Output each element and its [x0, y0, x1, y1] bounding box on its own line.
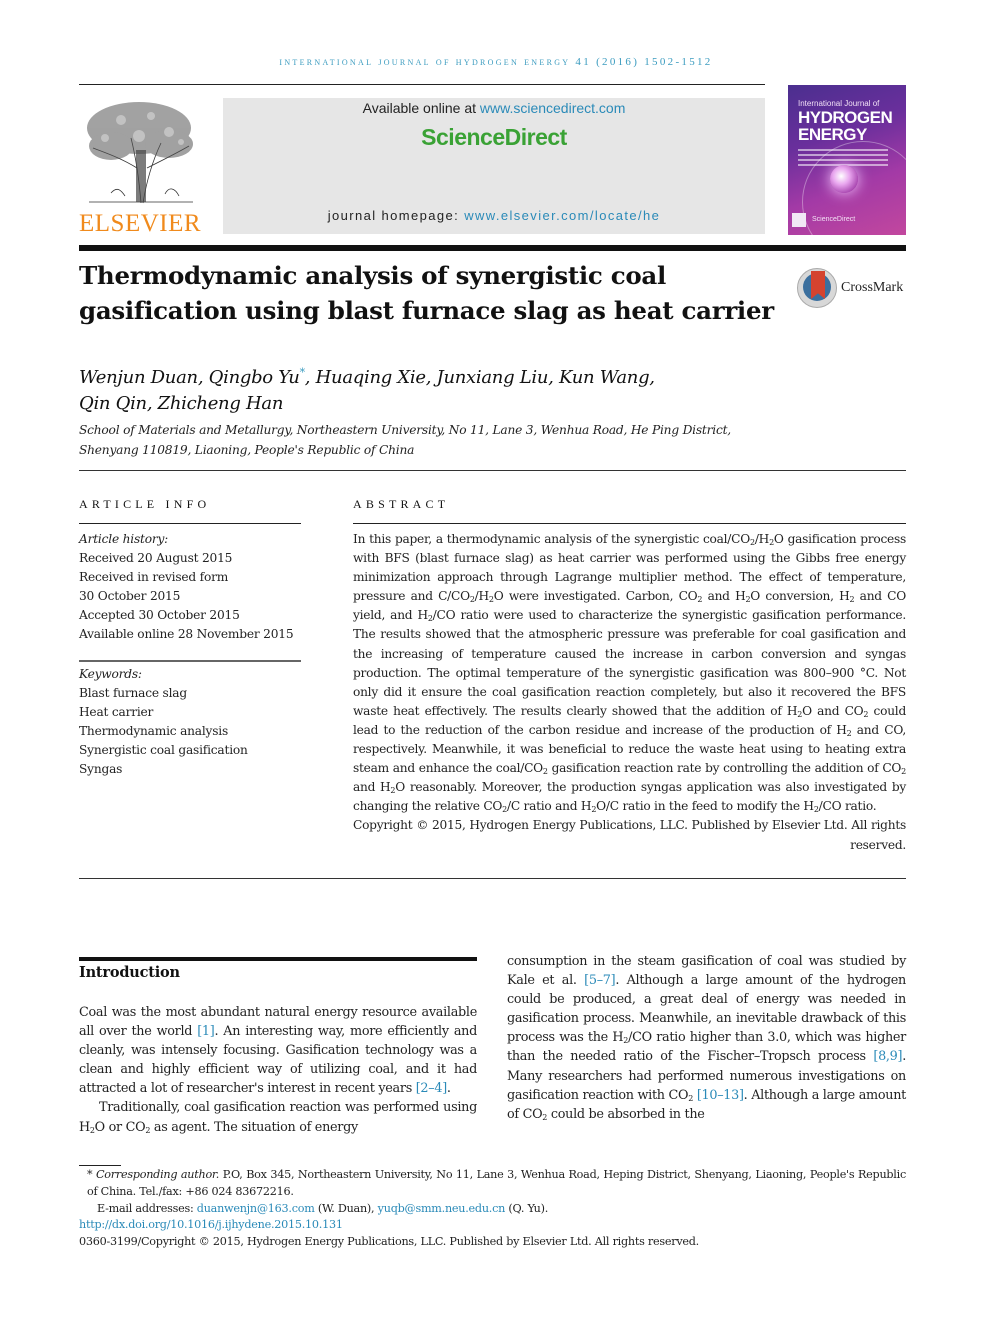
keyword-item: Blast furnace slag [79, 686, 187, 700]
header-rule [79, 84, 765, 85]
article-history-heading: Article history: [79, 532, 169, 546]
cover-footer-label: ScienceDirect [812, 216, 856, 223]
doi-link[interactable]: http://dx.doi.org/10.1016/j.ijhydene.201… [79, 1218, 343, 1231]
citation-link[interactable]: [2–4] [416, 1081, 447, 1096]
affiliation-line-2: Shenyang 110819, Liaoning, People's Repu… [79, 443, 415, 457]
abstract-copyright: Copyright © 2015, Hydrogen Energy Public… [353, 818, 906, 852]
article-info-rule [79, 523, 301, 524]
front-matter-end-rule [79, 878, 906, 879]
introduction-rule [79, 957, 477, 961]
email-link-yu[interactable]: yuqb@smm.neu.edu.cn [378, 1202, 506, 1215]
sciencedirect-logo[interactable]: ScienceDirect [223, 124, 765, 151]
available-online-line: Available online at www.sciencedirect.co… [223, 100, 765, 116]
crossmark-icon [797, 268, 837, 308]
history-item: Received in revised form [79, 570, 229, 584]
keywords-rule [79, 660, 301, 662]
sciencedirect-link[interactable]: www.sciencedirect.com [480, 100, 626, 116]
journal-cover-image[interactable]: International Journal of HYDROGEN ENERGY… [788, 85, 906, 235]
keyword-item: Syngas [79, 762, 123, 776]
running-head: International Journal of Hydrogen Energy… [279, 56, 713, 68]
article-title: Thermodynamic analysis of synergistic co… [79, 261, 774, 325]
cover-title-line1: International Journal of [798, 99, 880, 108]
author-line-2: Qin Qin, Zhicheng Han [79, 393, 284, 414]
cover-title-line3: ENERGY [798, 125, 867, 144]
citation-link[interactable]: [8,9] [873, 1049, 902, 1064]
abstract-rule [353, 523, 906, 524]
affiliation-line-1: School of Materials and Metallurgy, Nort… [79, 423, 731, 437]
journal-homepage-label: journal homepage: [327, 208, 465, 223]
elsevier-wordmark: ELSEVIER [79, 210, 202, 237]
article-history: Article history: Received 20 August 2015… [79, 530, 309, 644]
abstract-text: In this paper, a thermodynamic analysis … [353, 532, 907, 815]
doi-line: http://dx.doi.org/10.1016/j.ijhydene.201… [79, 1217, 906, 1234]
affiliation: School of Materials and Metallurgy, Nort… [79, 420, 779, 460]
intro-paragraph-1: Coal was the most abundant natural energ… [79, 1005, 477, 1097]
keyword-item: Thermodynamic analysis [79, 724, 229, 738]
history-item: Accepted 30 October 2015 [79, 608, 240, 622]
footnotes: * Corresponding author. P.O, Box 345, No… [79, 1167, 906, 1251]
crossmark-label: CrossMark [841, 280, 904, 295]
keywords-heading: Keywords: [79, 667, 142, 681]
issn-copyright: 0360-3199/Copyright © 2015, Hydrogen Ene… [79, 1235, 699, 1249]
keyword-item: Synergistic coal gasification [79, 743, 248, 757]
history-item: Available online 28 November 2015 [79, 627, 294, 641]
journal-homepage-link[interactable]: www.elsevier.com/locate/he [464, 208, 660, 223]
corresponding-author-note: * Corresponding author. P.O, Box 345, No… [87, 1168, 906, 1198]
crossmark-button[interactable]: CrossMark [797, 268, 909, 308]
keywords-list: Keywords: Blast furnace slag Heat carrie… [79, 665, 309, 779]
available-online-label: Available online at [362, 100, 480, 116]
citation-link[interactable]: [10–13] [697, 1088, 744, 1103]
header-thick-rule [79, 245, 906, 251]
history-item: Received 20 August 2015 [79, 551, 233, 565]
introduction-heading: Introduction [79, 964, 180, 981]
footnote-rule [79, 1165, 121, 1166]
citation-link[interactable]: [5–7] [584, 973, 615, 988]
journal-homepage-line: journal homepage: www.elsevier.com/locat… [223, 208, 765, 223]
elsevier-logo[interactable]: ELSEVIER [79, 98, 201, 238]
author-list: Wenjun Duan, Qingbo Yu*, Huaqing Xie, Ju… [79, 360, 779, 417]
author-line-1: Wenjun Duan, Qingbo Yu*, Huaqing Xie, Ju… [79, 360, 779, 391]
cover-title-main: HYDROGEN ENERGY [798, 108, 893, 144]
cover-orb-graphic [830, 165, 858, 193]
keyword-item: Heat carrier [79, 705, 154, 719]
history-item: 30 October 2015 [79, 589, 181, 603]
intro-paragraph-2-start: Traditionally, coal gasification reactio… [79, 1100, 477, 1135]
intro-paragraph-2-continued: consumption in the steam gasification of… [507, 954, 907, 1122]
email-link-duan[interactable]: duanwenjn@163.com [197, 1202, 315, 1215]
authors-rest: , Huaqing Xie, Junxiang Liu, Kun Wang, [304, 367, 655, 388]
email-addresses: E-mail addresses: duanwenjn@163.com (W. … [97, 1201, 549, 1215]
citation-link[interactable]: [1] [197, 1024, 215, 1039]
abstract-heading: ABSTRACT [353, 497, 450, 511]
abstract-body: In this paper, a thermodynamic analysis … [353, 530, 906, 855]
cover-publisher-icon [792, 213, 806, 227]
authors-lead: Wenjun Duan, Qingbo Yu [79, 367, 300, 388]
sciencedirect-banner: Available online at www.sciencedirect.co… [223, 98, 765, 234]
body-column-left: Coal was the most abundant natural energ… [79, 1003, 477, 1137]
corresponding-author-label: * Corresponding author. [87, 1168, 220, 1181]
article-info-heading: ARTICLE INFO [79, 497, 211, 511]
body-column-right: consumption in the steam gasification of… [507, 952, 906, 1124]
section-divider [79, 470, 906, 471]
cover-title-line2: HYDROGEN [798, 108, 893, 127]
elsevier-tree-icon [87, 102, 193, 204]
